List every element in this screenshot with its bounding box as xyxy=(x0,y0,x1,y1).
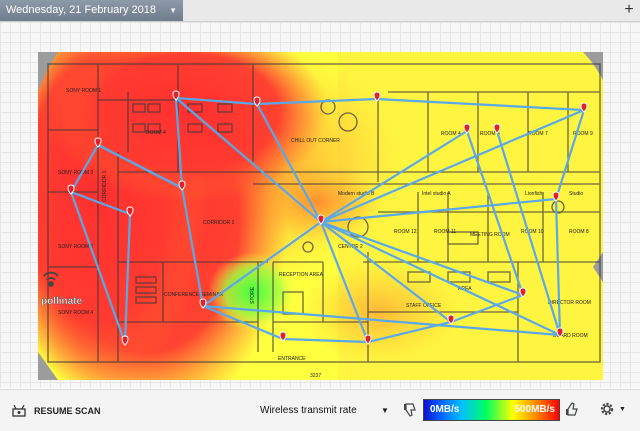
top-tab-bar: Wednesday, 21 February 2018 ▼ + xyxy=(0,0,640,22)
thumb-down-icon[interactable] xyxy=(403,402,419,418)
room-label: SONY ROOM 3 xyxy=(58,170,93,176)
room-label: CORRIDOR 1 xyxy=(102,170,108,202)
floor-plan[interactable]: SONY ROOM 1 SONY ROOM 3 SONY ROOM 2 SONY… xyxy=(38,52,603,380)
room-label: SONY ROOM 1 xyxy=(66,88,101,94)
thumb-up-icon[interactable] xyxy=(565,401,581,417)
resume-scan-button[interactable]: RESUME SCAN xyxy=(12,403,101,419)
caret-down-icon[interactable]: ▼ xyxy=(381,406,389,415)
legend-max: 500MB/s xyxy=(514,404,555,415)
room-label: 3237 xyxy=(310,373,321,379)
metric-select[interactable]: Wireless transmit rate xyxy=(260,405,357,416)
room-label: SONY ROOM 4 xyxy=(58,310,93,316)
room-label: ROOM 11 xyxy=(434,229,456,235)
heatmap-canvas[interactable]: SONY ROOM 1 SONY ROOM 3 SONY ROOM 2 SONY… xyxy=(0,22,640,388)
room-label: Studio xyxy=(569,191,583,197)
room-label: ENTRANCE xyxy=(278,356,306,362)
room-label: STAFF OFFICE xyxy=(406,303,442,309)
gear-icon[interactable] xyxy=(598,400,616,418)
room-label: SONY ROOM 2 xyxy=(58,244,93,250)
room-label: Intel studio A xyxy=(422,191,451,197)
legend-min: 0MB/s xyxy=(430,404,460,415)
chevron-down-icon[interactable]: ▼ xyxy=(169,0,177,21)
room-label: ROOM 4 xyxy=(146,130,166,136)
room-label: DIRECTOR ROOM xyxy=(548,300,591,306)
bottom-toolbar: RESUME SCAN Wireless transmit rate ▼ 0MB… xyxy=(0,389,640,431)
room-label: CHILL OUT CORNER xyxy=(291,138,340,144)
room-label: Lionfish xyxy=(525,191,542,197)
color-scale-legend: 0MB/s 500MB/s xyxy=(423,399,560,421)
date-tab[interactable]: Wednesday, 21 February 2018 ▼ xyxy=(0,0,183,21)
radio-scan-icon xyxy=(12,405,26,417)
room-label: ROOM 8 xyxy=(569,229,589,235)
resume-scan-label: RESUME SCAN xyxy=(34,406,101,416)
date-tab-label: Wednesday, 21 February 2018 xyxy=(6,4,157,16)
access-point-label: pollinate xyxy=(41,296,83,307)
room-label: ROOM 12 xyxy=(394,229,417,235)
room-label: STORE xyxy=(250,286,256,304)
room-label: ROOM 10 xyxy=(521,229,544,235)
room-label: RECEPTION AREA xyxy=(279,272,324,278)
caret-down-icon[interactable]: ▼ xyxy=(619,406,626,413)
plus-icon[interactable]: + xyxy=(620,0,638,21)
floor-plan-svg: SONY ROOM 1 SONY ROOM 3 SONY ROOM 2 SONY… xyxy=(38,52,603,380)
room-label: CORRIDOR 2 xyxy=(203,220,235,226)
